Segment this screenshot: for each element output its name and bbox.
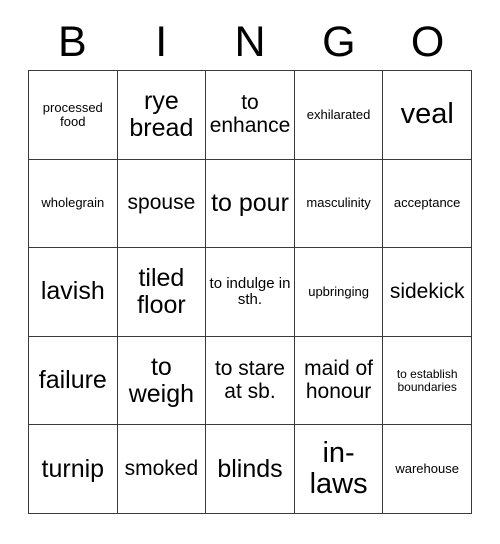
bingo-cell-label: failure (38, 366, 107, 395)
bingo-cell[interactable]: to pour (206, 159, 295, 249)
bingo-cell-label: lavish (40, 277, 105, 306)
bingo-cell[interactable]: to indulge in sth. (206, 248, 295, 337)
bingo-cell[interactable]: tiled floor (117, 248, 207, 337)
header-letter-b: B (58, 17, 87, 66)
bingo-cell-label: in-laws (309, 436, 368, 501)
bingo-cell-label: spouse (127, 191, 196, 215)
bingo-cell-label: to weigh (128, 352, 195, 408)
bingo-cell[interactable]: upbringing (294, 248, 384, 337)
bingo-cell[interactable]: smoked (117, 425, 207, 514)
bingo-cell[interactable]: masculinity (294, 159, 384, 249)
bingo-cell-label: sidekick (389, 279, 465, 303)
bingo-cell-label: upbringing (308, 283, 369, 299)
bingo-cell[interactable]: failure (29, 336, 118, 426)
bingo-cell-label: smoked (124, 456, 199, 480)
bingo-cell-label: to stare at sb. (214, 356, 285, 403)
bingo-cell-label: turnip (41, 454, 105, 483)
bingo-row: wholegrain spouse to pour masculinity ac… (29, 159, 472, 249)
bingo-row: lavish tiled floor to indulge in sth. up… (29, 248, 472, 337)
bingo-cell-label: warehouse (395, 461, 459, 477)
bingo-cell[interactable]: to weigh (117, 336, 207, 426)
bingo-header: B I N G O (28, 14, 472, 70)
bingo-cell-label: tiled floor (137, 263, 186, 319)
bingo-cell-label: maid of honour (304, 356, 374, 403)
bingo-cell-label: to indulge in sth. (209, 274, 291, 308)
bingo-cell[interactable]: blinds (206, 425, 295, 514)
bingo-cell[interactable]: turnip (29, 425, 118, 514)
bingo-grid: processed food rye bread to enhance exhi… (28, 70, 472, 514)
bingo-cell-label: to pour (211, 188, 289, 217)
bingo-cell-label: processed food (42, 99, 103, 129)
header-letter-n: N (234, 17, 266, 66)
bingo-cell-label: rye bread (129, 86, 194, 142)
bingo-cell-label: acceptance (393, 195, 461, 211)
bingo-cell-label: masculinity (306, 195, 371, 211)
header-letter-o: O (410, 17, 445, 66)
bingo-cell-label: to establish boundaries (396, 366, 458, 394)
header-letter-g: G (322, 17, 356, 66)
bingo-cell[interactable]: acceptance (383, 159, 472, 249)
bingo-row: failure to weigh to stare at sb. maid of… (29, 336, 472, 426)
bingo-cell[interactable]: sidekick (383, 248, 472, 337)
bingo-cell-label: blinds (217, 454, 283, 483)
bingo-cell-label: to enhance (209, 91, 291, 137)
bingo-cell[interactable]: veal (383, 71, 472, 160)
bingo-cell-label: veal (400, 98, 454, 131)
bingo-cell[interactable]: warehouse (383, 425, 472, 514)
bingo-cell[interactable]: to establish boundaries (383, 336, 472, 426)
bingo-card: B I N G O processed food rye bread to en… (28, 14, 472, 514)
header-letter-i: I (155, 17, 168, 66)
bingo-cell[interactable]: to stare at sb. (206, 336, 295, 426)
bingo-row: turnip smoked blinds in-laws warehouse (29, 425, 472, 514)
bingo-cell[interactable]: maid of honour (294, 336, 384, 426)
bingo-cell[interactable]: spouse (117, 159, 207, 249)
bingo-cell[interactable]: to enhance (206, 71, 295, 160)
bingo-cell[interactable]: exhilarated (294, 71, 384, 160)
bingo-cell-label: exhilarated (306, 106, 371, 122)
bingo-cell[interactable]: in-laws (294, 425, 384, 514)
bingo-cell[interactable]: wholegrain (29, 159, 118, 249)
bingo-row: processed food rye bread to enhance exhi… (29, 71, 472, 160)
bingo-cell-label: wholegrain (41, 195, 105, 211)
bingo-cell[interactable]: lavish (29, 248, 118, 337)
bingo-cell[interactable]: processed food (29, 71, 118, 160)
bingo-cell[interactable]: rye bread (117, 71, 207, 160)
